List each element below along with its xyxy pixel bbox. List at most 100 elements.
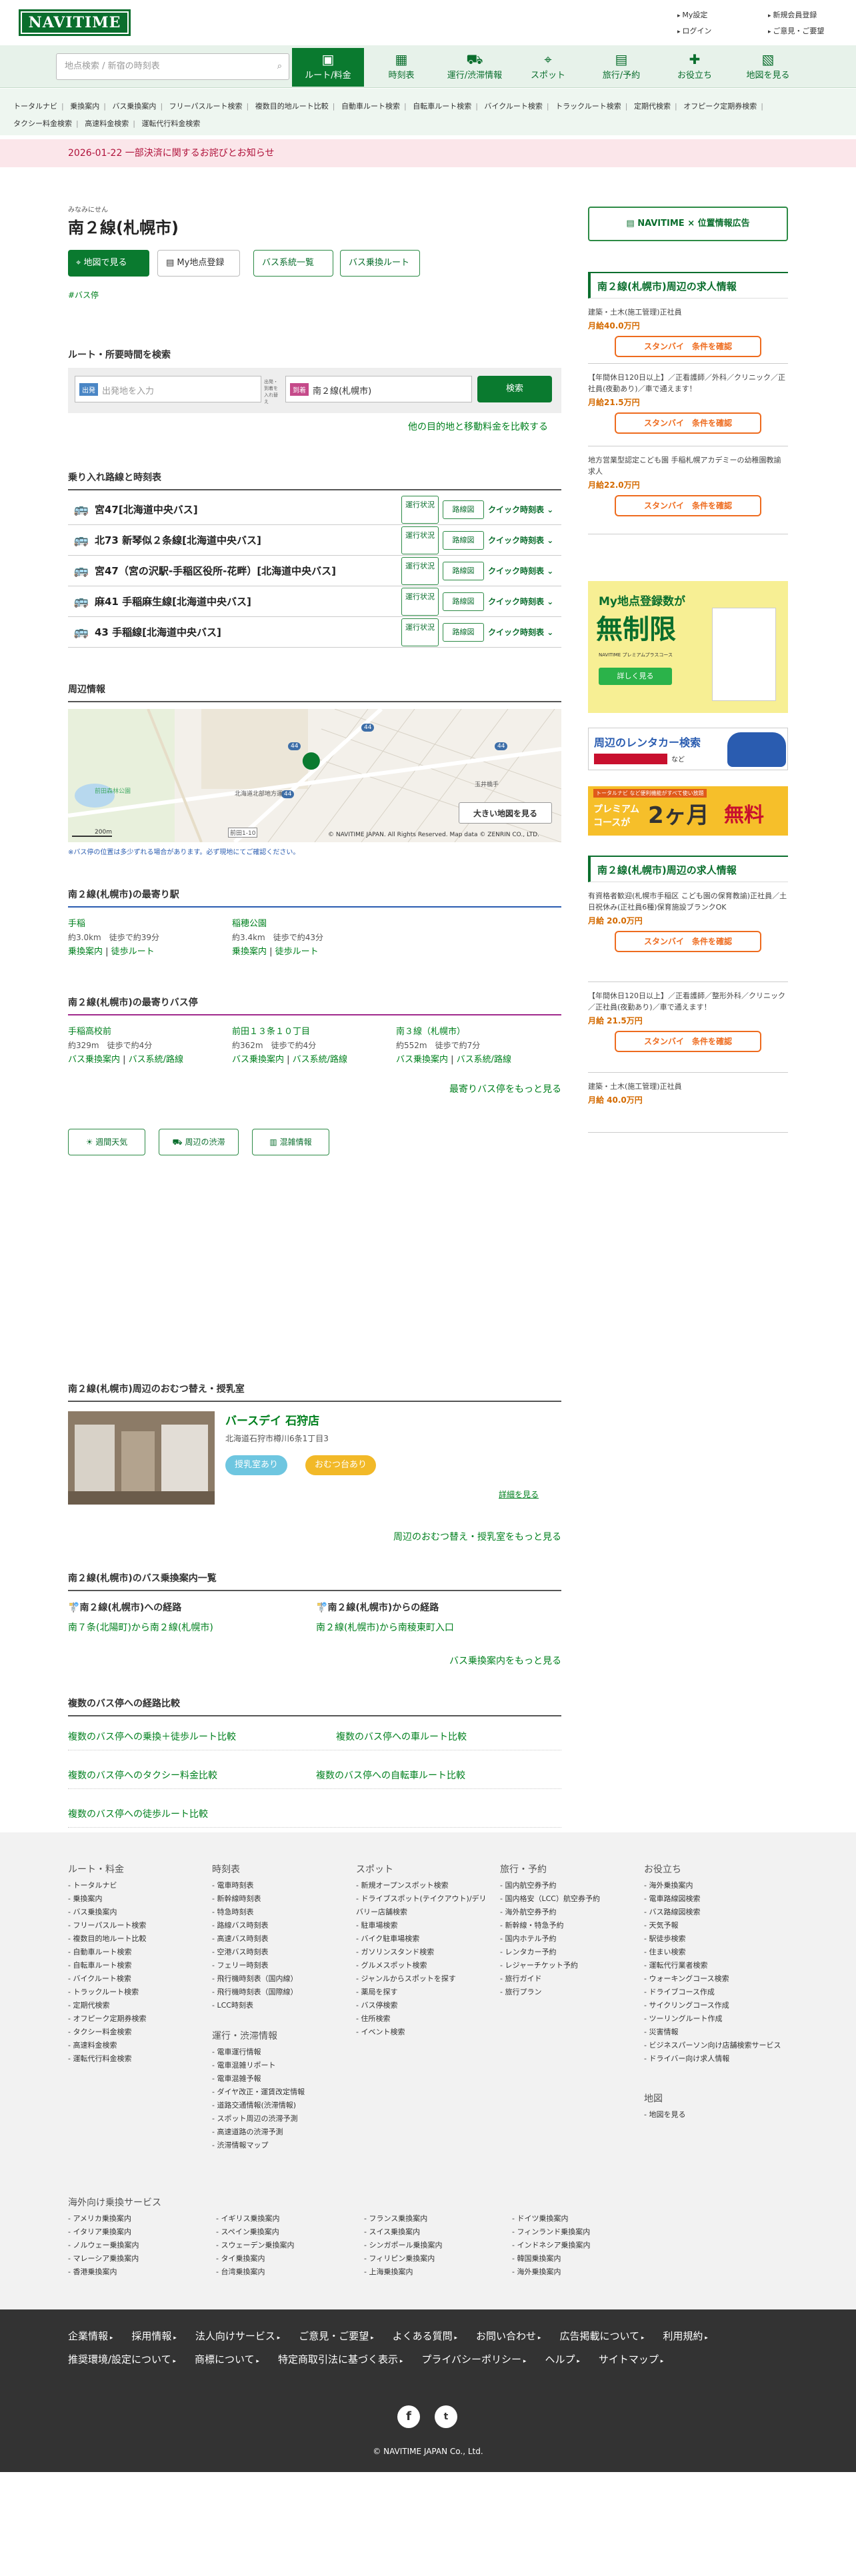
site-search-input[interactable]: 地点検索 / 新宿の時刻表 ⌕ <box>56 53 289 80</box>
footer-link[interactable]: 飛行機時刻表（国内線） <box>212 1972 345 1986</box>
footer-link[interactable]: レンタカー予約 <box>500 1946 633 1959</box>
bus-transit-link[interactable]: バス乗換案内 <box>232 1055 284 1065</box>
footer-bottom-link[interactable]: 企業情報 ▸ <box>68 2325 113 2349</box>
status-button[interactable]: 運行状況 <box>401 618 439 646</box>
overseas-link[interactable]: スペイン乗換案内 <box>216 2226 279 2239</box>
subnav-item[interactable]: 自転車ルート検索 <box>413 102 471 111</box>
overseas-link[interactable]: マレーシア乗換案内 <box>68 2252 139 2265</box>
footer-link[interactable]: ツーリングルート作成 <box>644 2012 784 2026</box>
footer-link[interactable]: バイクルート検索 <box>68 1972 201 1986</box>
swap-button[interactable]: 出発・到着を入れ替え <box>264 378 281 405</box>
search-button[interactable]: 検索 <box>477 376 552 402</box>
facebook-icon[interactable]: f <box>397 2405 420 2428</box>
footer-link[interactable]: 運転代行料金検索 <box>68 2052 201 2066</box>
footer-link[interactable]: 薬局を探す <box>356 1986 489 1999</box>
footer-link[interactable]: 電車混雑予報 <box>212 2072 345 2086</box>
footer-link[interactable]: 海外航空券予約 <box>500 1906 633 1919</box>
footer-link[interactable]: 災害情報 <box>644 2026 784 2039</box>
footer-link[interactable]: 国内航空券予約 <box>500 1879 633 1892</box>
bus-lines-link[interactable]: バス系統/路線 <box>457 1055 511 1065</box>
job-item[interactable]: 建築・土木(施工管理)正社員 月給40.0万円 スタンバイ 条件を確認 <box>588 299 788 364</box>
more-nursing-link[interactable]: 周辺のおむつ替え・授乳室をもっと見る <box>393 1530 561 1543</box>
footer-link[interactable]: サイクリングコース作成 <box>644 1999 784 2012</box>
location-ad-banner[interactable]: ▤ NAVITIME × 位置情報広告 <box>588 207 788 241</box>
overseas-link[interactable]: シンガポール乗換案内 <box>364 2239 442 2252</box>
footer-link[interactable]: ビジネスパーソン向け店舗検索サービス <box>644 2039 784 2052</box>
footer-link[interactable]: 路線バス時刻表 <box>212 1919 345 1932</box>
footer-link[interactable]: 高速料金検索 <box>68 2039 201 2052</box>
footer-link[interactable]: タクシー料金検索 <box>68 2026 201 2039</box>
bus-lines-link[interactable]: バス系統/路線 <box>293 1055 347 1065</box>
job-title[interactable]: 有資格者歓迎(札幌市手稲区 こども園の保育教諭)正社員／土日祝休み(正社員6種)… <box>588 890 788 913</box>
quick-timetable-button[interactable]: クイック時刻表 ⌄ <box>488 626 561 638</box>
overseas-link[interactable]: 韓国乗換案内 <box>512 2252 561 2265</box>
job-check-button[interactable]: スタンバイ 条件を確認 <box>615 1031 761 1052</box>
area-map[interactable]: 44 44 44 44 前田森林公園 北海道北部地方運 前田1-10 玉井橋手 … <box>68 709 561 842</box>
footer-link[interactable]: 電車時刻表 <box>212 1879 345 1892</box>
route-row[interactable]: 🚌 宮47[北海道中央バス] 運行状況 路線図 クイック時刻表 ⌄ <box>68 494 561 525</box>
subnav-item[interactable]: 乗換案内 <box>70 102 99 111</box>
compare-bike-link[interactable]: 複数のバス停への自転車ルート比較 <box>316 1768 465 1782</box>
footer-bottom-link[interactable]: 採用情報 ▸ <box>131 2325 176 2349</box>
subnav-item[interactable]: 定期代検索 <box>634 102 671 111</box>
nav-travel[interactable]: ▤ 旅行/予約 <box>585 48 657 87</box>
route-map-button[interactable]: 路線図 <box>443 561 484 580</box>
large-map-button[interactable]: 大きい地図を見る <box>459 802 552 824</box>
subnav-item[interactable]: トータルナビ <box>13 102 57 111</box>
route-row[interactable]: 🚌 43 手稲線[北海道中央バス] 運行状況 路線図 クイック時刻表 ⌄ <box>68 617 561 648</box>
nav-useful[interactable]: ✚ お役立ち <box>659 48 731 87</box>
job-item[interactable]: 建築・土木(施工管理)正社員 月給 40.0万円 <box>588 1073 788 1133</box>
footer-link[interactable]: 空港バス時刻表 <box>212 1946 345 1959</box>
job-title[interactable]: 【年間休日120日以上】／正看護師／外科／クリニック／正社員(夜勤あり)／車で通… <box>588 372 788 394</box>
compare-transit-link[interactable]: 複数のバス停への乗換＋徒歩ルート比較 <box>68 1732 236 1742</box>
overseas-link[interactable]: 香港乗換案内 <box>68 2265 117 2279</box>
route-map-button[interactable]: 路線図 <box>443 622 484 642</box>
footer-link[interactable]: 定期代検索 <box>68 1999 201 2012</box>
nav-timetable[interactable]: ▦ 時刻表 <box>365 48 437 87</box>
shop-name[interactable]: バースデイ 石狩店 <box>225 1411 319 1428</box>
footer-link[interactable]: ドライブスポット(テイクアウト)/デリバリー店舗検索 <box>356 1892 489 1919</box>
from-route-link[interactable]: 南２線(札幌市)から南稜東町入口 <box>316 1620 454 1634</box>
busstop-name[interactable]: 手稲高校前 <box>68 1025 228 1039</box>
job-item[interactable]: 地方営業型認定こども園 手稲札幌アカデミーの幼稚園教諭求人 月給22.0万円 スタン… <box>588 446 788 534</box>
more-bus-routes-link[interactable]: バス乗換案内をもっと見る <box>449 1654 561 1667</box>
route-name[interactable]: 北73 新琴似２条線[北海道中央バス] <box>95 533 401 547</box>
footer-link[interactable]: 駅徒歩検索 <box>644 1932 784 1946</box>
job-check-button[interactable]: スタンバイ 条件を確認 <box>615 931 761 952</box>
compare-taxi-link[interactable]: 複数のバス停へのタクシー料金比較 <box>68 1770 217 1781</box>
footer-link[interactable]: ジャンルからスポットを探す <box>356 1972 489 1986</box>
route-row[interactable]: 🚌 麻41 手稲麻生線[北海道中央バス] 運行状況 路線図 クイック時刻表 ⌄ <box>68 586 561 617</box>
busstop-name[interactable]: 前田１３条１０丁目 <box>232 1025 392 1039</box>
job-check-button[interactable]: スタンバイ 条件を確認 <box>615 412 761 434</box>
from-field[interactable]: 出発 出発地を入力 <box>75 376 261 402</box>
footer-bottom-link[interactable]: お問い合わせ ▸ <box>476 2325 541 2349</box>
overseas-link[interactable]: フィリピン乗換案内 <box>364 2252 435 2265</box>
footer-link[interactable]: 住所検索 <box>356 2012 489 2026</box>
my-settings-link[interactable]: My設定 <box>677 9 707 20</box>
route-map-button[interactable]: 路線図 <box>443 592 484 611</box>
footer-bottom-link[interactable]: 特定商取引法に基づく表示 ▸ <box>278 2349 403 2372</box>
bus-lines-button[interactable]: バス系統一覧 <box>253 250 333 277</box>
nav-map[interactable]: ▧ 地図を見る <box>732 48 804 87</box>
overseas-link[interactable]: スイス乗換案内 <box>364 2226 420 2239</box>
footer-link[interactable]: バス停検索 <box>356 1999 489 2012</box>
footer-link[interactable]: 電車路線図検索 <box>644 1892 784 1906</box>
overseas-link[interactable]: 海外乗換案内 <box>512 2265 561 2279</box>
job-item[interactable]: 【年間休日120日以上】／正看護師／外科／クリニック／正社員(夜勤あり)／車で通… <box>588 364 788 446</box>
quick-timetable-button[interactable]: クイック時刻表 ⌄ <box>488 534 561 546</box>
footer-link[interactable]: 駐車場検索 <box>356 1919 489 1932</box>
register-link[interactable]: 新規会員登録 <box>768 9 817 20</box>
overseas-link[interactable]: タイ乗換案内 <box>216 2252 265 2265</box>
footer-bottom-link[interactable]: 商標について ▸ <box>195 2349 259 2372</box>
footer-link[interactable]: 旅行ガイド <box>500 1972 633 1986</box>
my-spot-button[interactable]: ▤ My地点登録 <box>157 250 240 277</box>
transit-link[interactable]: 乗換案内 <box>68 947 103 957</box>
footer-link[interactable]: バイク駐車場検索 <box>356 1932 489 1946</box>
station-name[interactable]: 稲穂公園 <box>232 917 432 931</box>
weekly-weather-button[interactable]: ☀ 週間天気 <box>68 1129 145 1155</box>
subnav-item[interactable]: 運転代行料金検索 <box>141 119 200 128</box>
subnav-item[interactable]: トラックルート検索 <box>555 102 621 111</box>
footer-link[interactable]: 高速道路の渋滞予測 <box>212 2126 345 2139</box>
busstop-name[interactable]: 南３線（札幌市） <box>396 1025 561 1039</box>
footer-link[interactable]: 海外乗換案内 <box>644 1879 784 1892</box>
